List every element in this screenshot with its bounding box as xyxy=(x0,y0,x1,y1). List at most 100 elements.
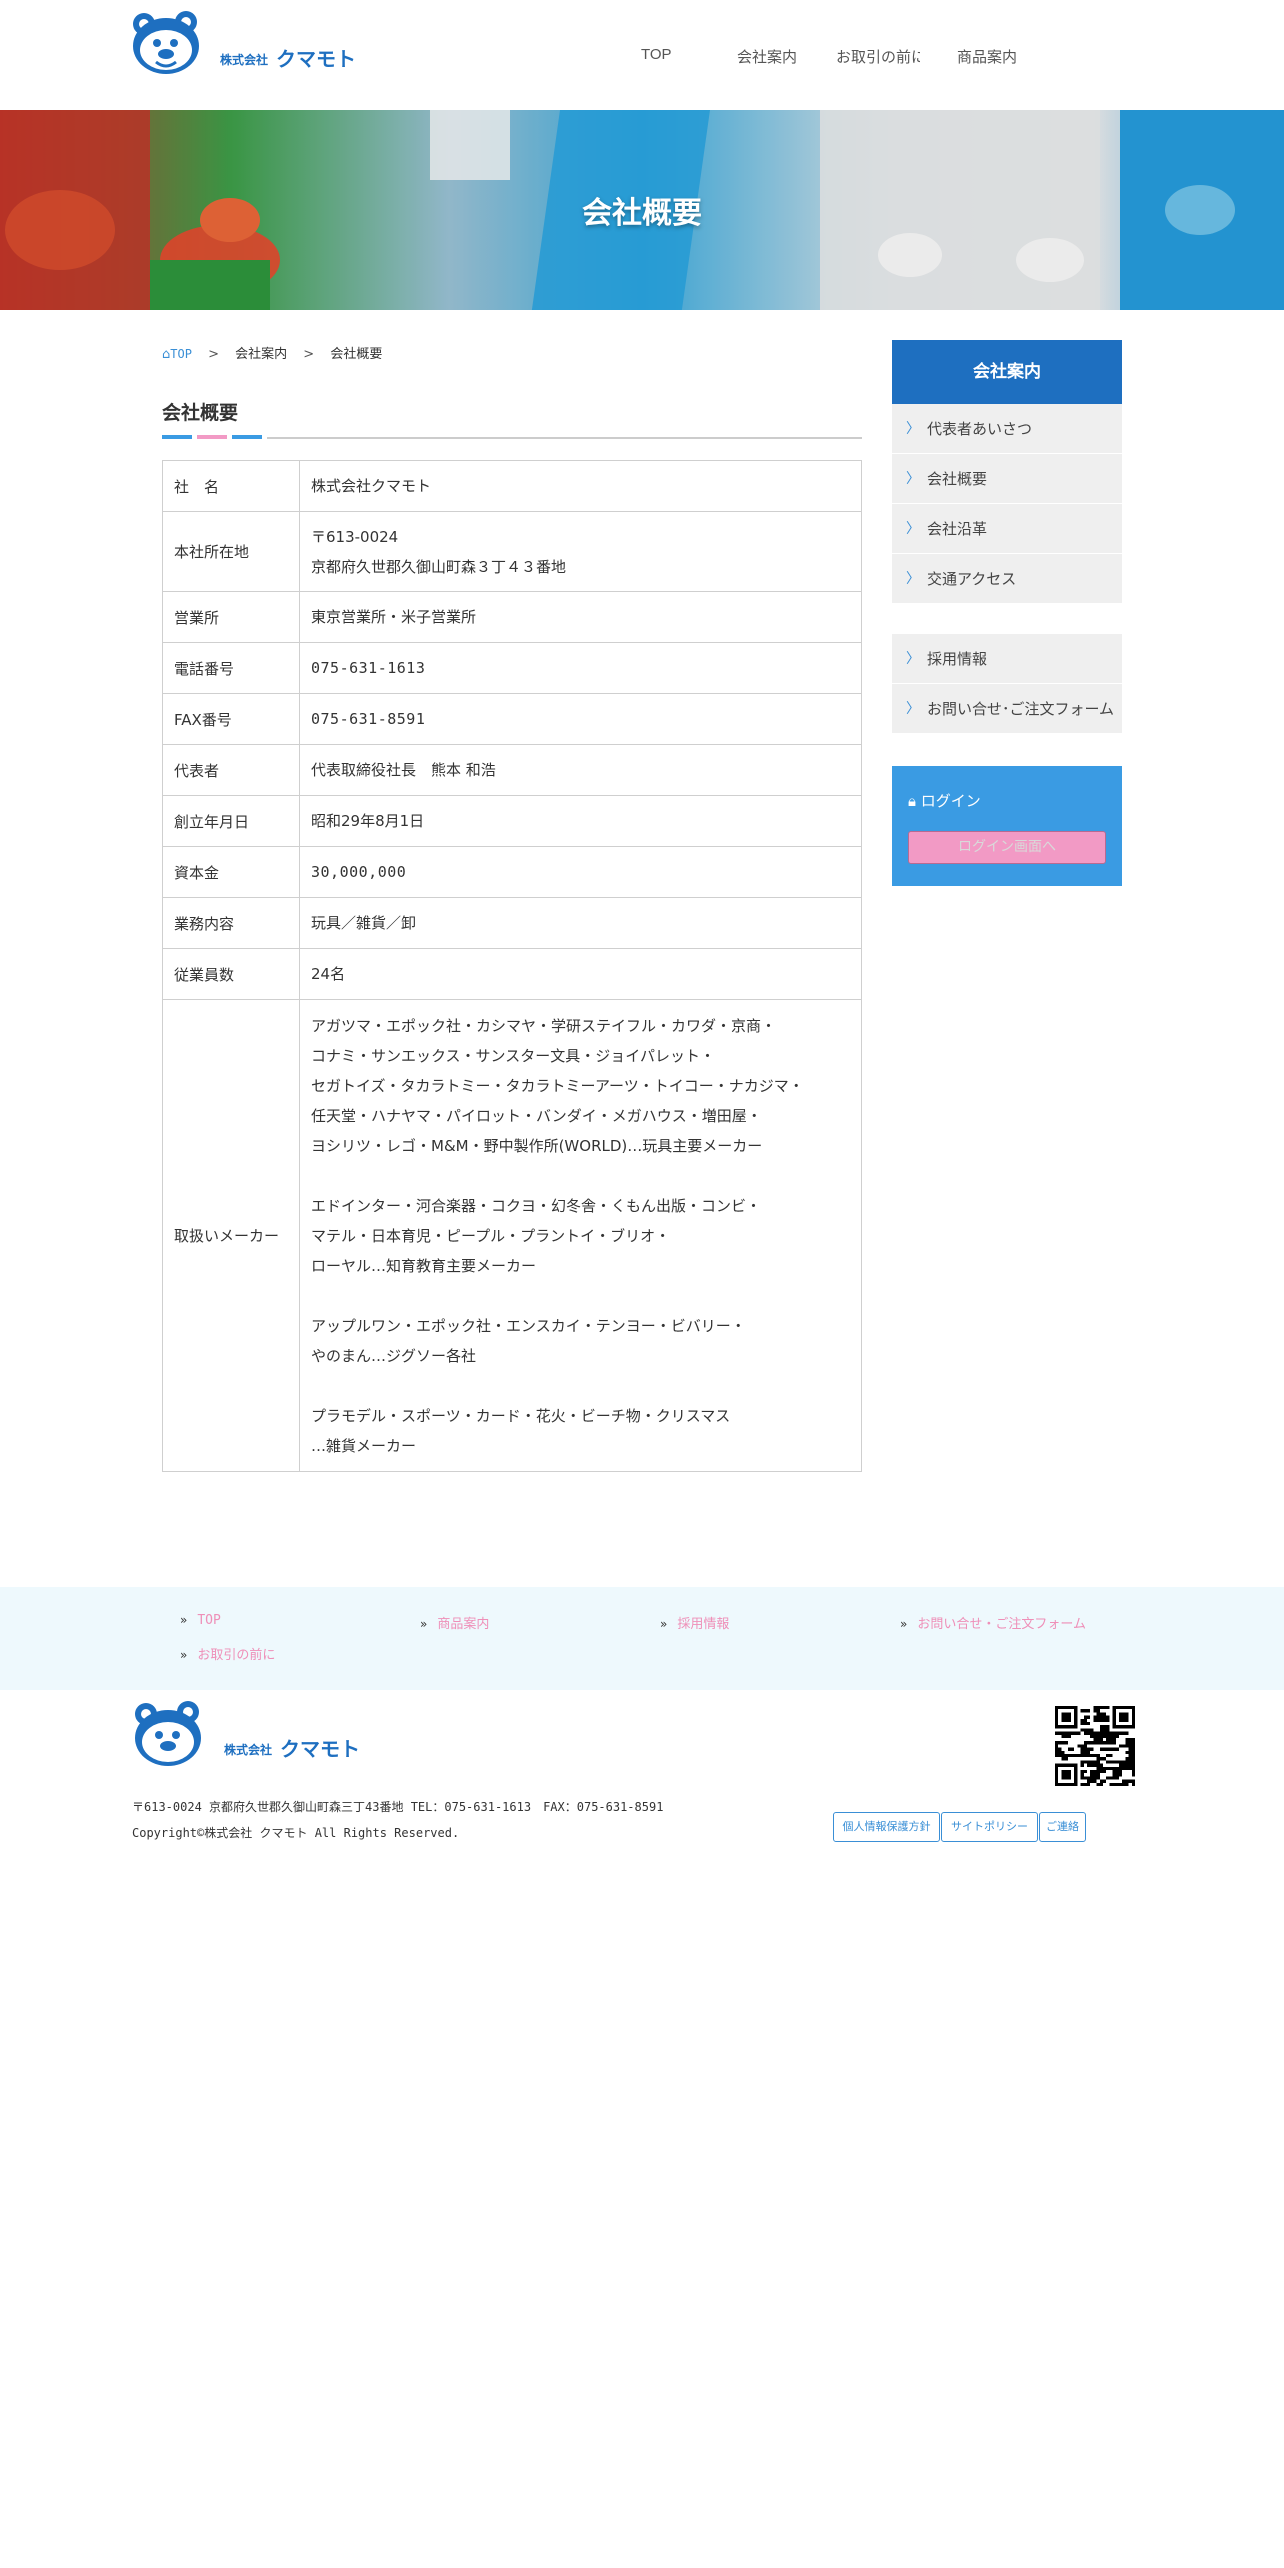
row-label: 従業員数 xyxy=(162,948,300,1000)
logo-name: クマモト xyxy=(280,1737,360,1761)
sidebar-item-recruit[interactable]: 〉採用情報 xyxy=(892,634,1122,684)
row-label: 本社所在地 xyxy=(162,511,300,592)
row-value-line xyxy=(311,1281,850,1311)
chevron-right-icon: 〉 xyxy=(906,701,920,717)
breadcrumb-separator: > xyxy=(208,347,219,362)
row-value-line: 玩具／雑貨／卸 xyxy=(311,914,417,932)
double-chevron-icon: » xyxy=(420,1617,428,1631)
sidebar-item-greeting[interactable]: 〉代表者あいさつ xyxy=(892,404,1122,454)
breadcrumb-company[interactable]: 会社案内 xyxy=(235,347,287,362)
table-row: 営業所 東京営業所・米子営業所 xyxy=(162,591,862,643)
footer-link-products[interactable]: » 商品案内 xyxy=(420,1613,489,1632)
lock-icon: 🔒︎ xyxy=(908,792,916,810)
privacy-policy-button[interactable]: 個人情報保護方針 xyxy=(833,1812,940,1842)
footer-link-top[interactable]: » TOP xyxy=(180,1613,221,1628)
nav-before-trade[interactable]: お取引の前に xyxy=(836,46,920,67)
sidebar-item-label: 代表者あいさつ xyxy=(927,420,1033,438)
row-value: 075-631-8591 xyxy=(299,693,862,745)
row-value-line xyxy=(311,1371,850,1401)
table-row: 取扱いメーカー アガツマ・エポック社・カシマヤ・学研ステイフル・カワダ・京商・ コナ… xyxy=(162,999,862,1472)
sidebar-menu-company: 〉代表者あいさつ 〉会社概要 〉会社沿革 〉交通アクセス xyxy=(892,404,1122,604)
qr-code-icon xyxy=(1055,1706,1135,1786)
bear-logo-icon xyxy=(135,1701,201,1766)
site-policy-button[interactable]: サイトポリシー xyxy=(941,1812,1038,1842)
row-value-line: やのまん…ジグソー各社 xyxy=(311,1346,477,1365)
row-label: 取扱いメーカー xyxy=(162,999,300,1472)
nav-company[interactable]: 会社案内 xyxy=(737,46,797,67)
row-value-line: 京都府久世郡久御山町森３丁４３番地 xyxy=(311,557,567,576)
row-value-line: 昭和29年8月1日 xyxy=(311,812,425,830)
row-value: 東京営業所・米子営業所 xyxy=(299,591,862,643)
sidebar-item-label: お問い合せ･ご注文フォーム xyxy=(927,700,1115,718)
row-value-line: 24名 xyxy=(311,965,346,983)
row-value-line: コナミ・サンエックス・サンスター文具・ジョイパレット・ xyxy=(311,1046,715,1065)
sidebar-item-label: 会社沿革 xyxy=(927,520,988,538)
company-info-table: 社 名株式会社クマモト 本社所在地 〒613-0024 京都府久世郡久御山町森３丁４３… xyxy=(162,460,862,1472)
row-value-line: 30,000,000 xyxy=(311,863,407,881)
row-value: 075-631-1613 xyxy=(299,642,862,694)
sidebar-item-history[interactable]: 〉会社沿革 xyxy=(892,504,1122,554)
section-title: 会社概要 xyxy=(162,402,239,424)
row-label: 業務内容 xyxy=(162,897,300,949)
double-chevron-icon: » xyxy=(900,1617,908,1631)
nav-products[interactable]: 商品案内 xyxy=(957,46,1017,67)
row-value-line: アップルワン・エポック社・エンスカイ・テンヨー・ビバリー・ xyxy=(311,1316,746,1335)
footer-link-label: TOP xyxy=(197,1613,221,1628)
footer-link-label: お問い合せ・ご注文フォーム xyxy=(917,1617,1086,1632)
row-value-line: ヨシリツ・レゴ・M&M・野中製作所(WORLD)…玩具主要メーカー xyxy=(311,1136,763,1155)
login-heading: 🔒︎ ログイン xyxy=(908,790,981,811)
sidebar-item-access[interactable]: 〉交通アクセス xyxy=(892,554,1122,604)
row-value: 昭和29年8月1日 xyxy=(299,795,862,847)
row-value-line: 075-631-1613 xyxy=(311,659,426,677)
row-value-line: …雑貨メーカー xyxy=(311,1436,417,1455)
site-header: 株式会社 クマモト TOP 会社案内 お取引の前に 商品案内 xyxy=(0,0,1284,110)
row-value-line: マテル・日本育児・ピープル・プラントイ・ブリオ・ xyxy=(311,1226,671,1245)
chevron-right-icon: 〉 xyxy=(906,651,920,667)
row-label: 代表者 xyxy=(162,744,300,796)
double-chevron-icon: » xyxy=(180,1613,188,1627)
row-label: 営業所 xyxy=(162,591,300,643)
row-value-line: アガツマ・エポック社・カシマヤ・学研ステイフル・カワダ・京商・ xyxy=(311,1016,777,1035)
chevron-right-icon: 〉 xyxy=(906,421,920,437)
sidebar-item-overview[interactable]: 〉会社概要 xyxy=(892,454,1122,504)
hero-title: 会社概要 xyxy=(582,196,702,231)
row-value-line: エドインター・河合楽器・コクヨ・幻冬舎・くもん出版・コンビ・ xyxy=(311,1196,762,1215)
table-row: 業務内容 玩具／雑貨／卸 xyxy=(162,897,862,949)
table-row: 代表者 代表取締役社長 熊本 和浩 xyxy=(162,744,862,796)
breadcrumb-current: 会社概要 xyxy=(330,347,383,362)
login-button[interactable]: ログイン画面へ xyxy=(908,831,1106,864)
footer-link-contact[interactable]: » お問い合せ・ご注文フォーム xyxy=(900,1613,1086,1632)
row-label: 社 名 xyxy=(162,460,300,512)
row-value: 株式会社クマモト xyxy=(299,460,862,512)
breadcrumb-home[interactable]: TOP xyxy=(170,347,192,361)
contact-button[interactable]: ご連絡 xyxy=(1039,1812,1086,1842)
row-value-line xyxy=(311,1161,850,1191)
footer-link-label: お取引の前に xyxy=(197,1648,276,1663)
nav-top[interactable]: TOP xyxy=(641,46,672,63)
sidebar-item-label: 会社概要 xyxy=(927,470,988,488)
login-panel: 🔒︎ ログイン ログイン画面へ xyxy=(892,766,1122,886)
logo-prefix: 株式会社 xyxy=(220,52,268,67)
login-label: ログイン xyxy=(920,792,981,810)
row-value-line: プラモデル・スポーツ・カード・花火・ビーチ物・クリスマス xyxy=(311,1406,731,1425)
row-value-line: セガトイズ・タカラトミー・タカラトミーアーツ・トイコー・ナカジマ・ xyxy=(311,1076,804,1095)
sidebar-item-label: 採用情報 xyxy=(927,650,988,668)
row-value-line: 075-631-8591 xyxy=(311,710,426,728)
double-chevron-icon: » xyxy=(660,1617,668,1631)
site-logo[interactable]: 株式会社 クマモト xyxy=(130,10,370,80)
footer-link-label: 採用情報 xyxy=(677,1617,730,1632)
footer-link-recruit[interactable]: » 採用情報 xyxy=(660,1613,729,1632)
table-row: 従業員数 24名 xyxy=(162,948,862,1000)
footer-copyright: Copyright©株式会社 クマモト All Rights Reserved. xyxy=(132,1826,460,1840)
table-row: 電話番号 075-631-1613 xyxy=(162,642,862,694)
row-value-line: 代表取締役社長 熊本 和浩 xyxy=(311,761,496,779)
sidebar-menu-other: 〉採用情報 〉お問い合せ･ご注文フォーム xyxy=(892,634,1122,734)
logo-prefix: 株式会社 xyxy=(224,1742,272,1757)
row-value-line: ローヤル…知育教育主要メーカー xyxy=(311,1256,537,1275)
row-value-line: 〒613-0024 xyxy=(311,527,399,546)
footer-logo[interactable]: 株式会社 クマモト xyxy=(132,1700,372,1772)
table-row: 創立年月日 昭和29年8月1日 xyxy=(162,795,862,847)
footer-link-before-trade[interactable]: » お取引の前に xyxy=(180,1644,275,1663)
row-value: 30,000,000 xyxy=(299,846,862,898)
sidebar-item-contact[interactable]: 〉お問い合せ･ご注文フォーム xyxy=(892,684,1122,734)
